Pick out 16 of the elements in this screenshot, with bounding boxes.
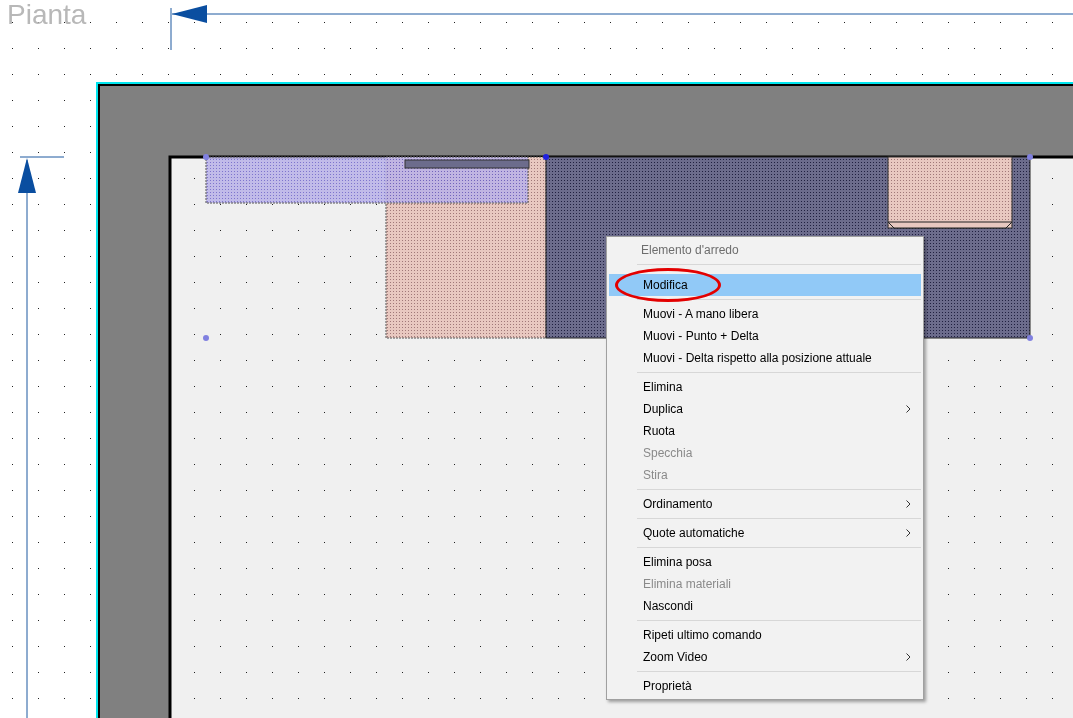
view-title: Pianta: [7, 0, 87, 32]
menu-item[interactable]: Muovi - Punto + Delta: [609, 325, 921, 347]
menu-item[interactable]: Elimina posa: [609, 551, 921, 573]
menu-item[interactable]: Modifica: [609, 274, 921, 296]
menu-item[interactable]: Ruota: [609, 420, 921, 442]
menu-item[interactable]: Muovi - Delta rispetto alla posizione attuale: [609, 347, 921, 369]
menu-item[interactable]: Ordinamento: [609, 493, 921, 515]
menu-item[interactable]: Zoom Video: [609, 646, 921, 668]
menu-item[interactable]: Ripeti ultimo comando: [609, 624, 921, 646]
menu-item[interactable]: Nascondi: [609, 595, 921, 617]
menu-item[interactable]: Muovi - A mano libera: [609, 303, 921, 325]
menu-header: Elemento d'arredo: [640, 242, 740, 259]
menu-item[interactable]: Elimina: [609, 376, 921, 398]
menu-item[interactable]: Duplica: [609, 398, 921, 420]
menu-item[interactable]: Proprietà: [609, 675, 921, 697]
menu-item[interactable]: Quote automatiche: [609, 522, 921, 544]
